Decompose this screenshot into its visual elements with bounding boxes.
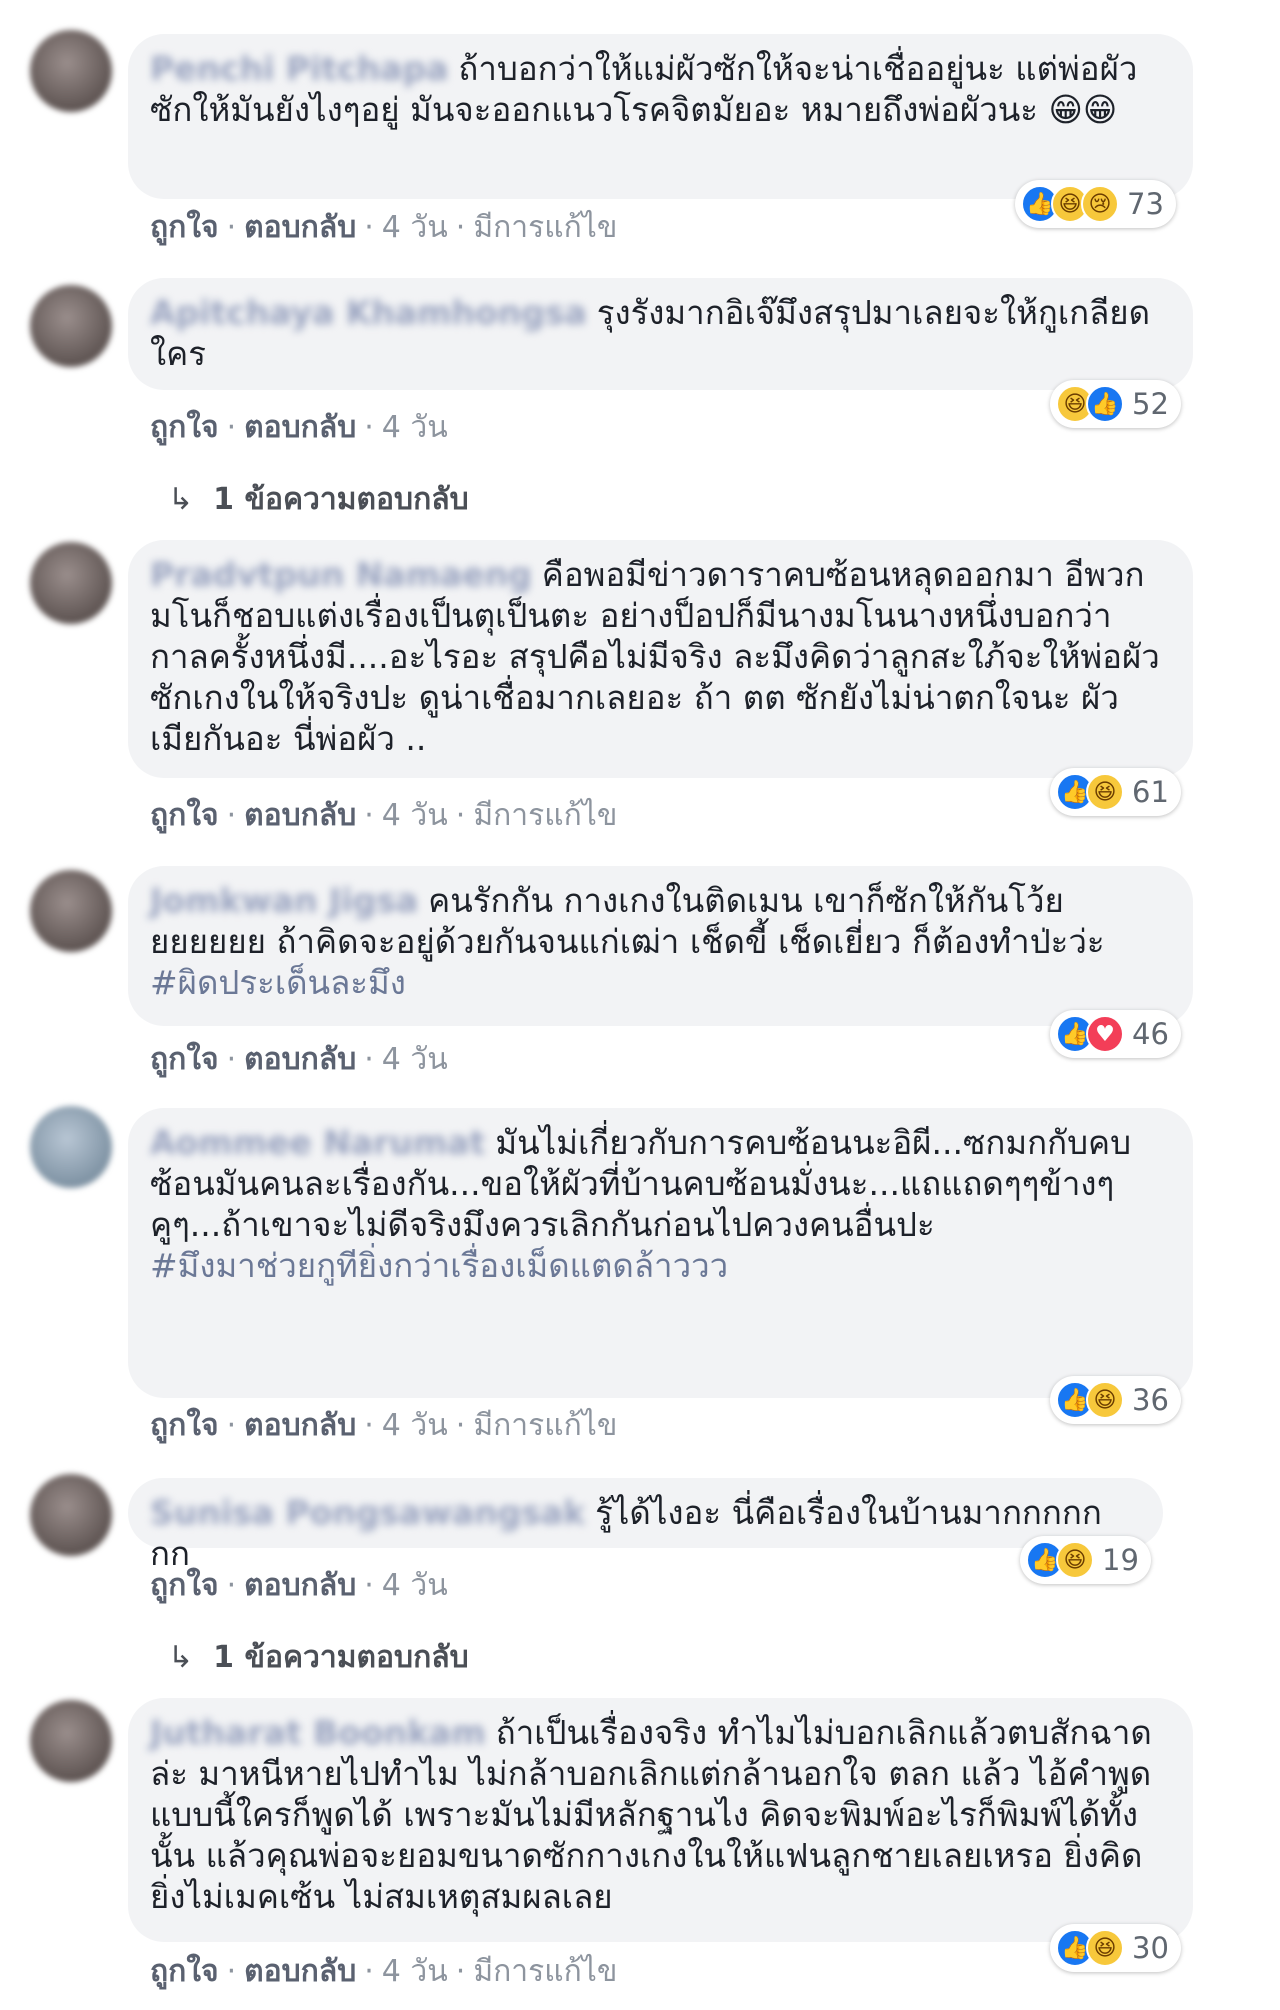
like-button[interactable]: ถูกใจ bbox=[150, 1408, 219, 1443]
reaction-summary[interactable]: 👍 😆 30 bbox=[1050, 1924, 1181, 1972]
timestamp[interactable]: 4 วัน bbox=[382, 1954, 448, 1989]
reaction-summary[interactable]: 😆 👍 52 bbox=[1050, 380, 1181, 428]
like-button[interactable]: ถูกใจ bbox=[150, 410, 219, 445]
edited-label[interactable]: มีการแก้ไข bbox=[473, 1954, 617, 1989]
replies-count-label: 1 ข้อความตอบกลับ bbox=[213, 1640, 469, 1675]
comment-actions: ถูกใจ · ตอบกลับ · 4 วัน · มีการแก้ไข bbox=[150, 1408, 618, 1443]
haha-icon: 😆 bbox=[1086, 773, 1124, 811]
commenter-name[interactable]: Jutharat Boonkam bbox=[150, 1713, 486, 1752]
comment-bubble: Jutharat Boonkam ถ้าเป็นเรื่องจริง ทำไมไม… bbox=[128, 1698, 1193, 1942]
reaction-count: 30 bbox=[1132, 1931, 1169, 1965]
comment-bubble: Penchi Pitchapa ถ้าบอกว่าให้แม่ผัวซักให้จ… bbox=[128, 34, 1193, 199]
comment-bubble: Sunisa Pongsawangsak รู้ได้ไงอะ นี่คือเรื… bbox=[128, 1478, 1163, 1573]
commenter-name[interactable]: Penchi Pitchapa bbox=[150, 49, 448, 88]
avatar[interactable] bbox=[30, 1106, 112, 1188]
comment-actions: ถูกใจ · ตอบกลับ · 4 วัน · มีการแก้ไข bbox=[150, 210, 618, 245]
timestamp[interactable]: 4 วัน bbox=[382, 798, 448, 833]
commenter-name[interactable]: Pradvtpun Namaeng bbox=[150, 555, 532, 594]
like-button[interactable]: ถูกใจ bbox=[150, 210, 219, 245]
reaction-count: 52 bbox=[1132, 387, 1169, 421]
view-replies-link[interactable]: ↳ 1 ข้อความตอบกลับ bbox=[168, 1634, 469, 1681]
commenter-name[interactable]: Apitchaya Khamhongsa bbox=[150, 293, 587, 332]
edited-label[interactable]: มีการแก้ไข bbox=[473, 1408, 617, 1443]
comment-actions: ถูกใจ · ตอบกลับ · 4 วัน · มีการแก้ไข bbox=[150, 798, 618, 833]
avatar[interactable] bbox=[30, 1700, 112, 1782]
replies-count-label: 1 ข้อความตอบกลับ bbox=[213, 482, 469, 517]
avatar[interactable] bbox=[30, 1474, 112, 1556]
reaction-summary[interactable]: 👍 ♥ 46 bbox=[1050, 1010, 1181, 1058]
like-button[interactable]: ถูกใจ bbox=[150, 1568, 219, 1603]
comment-actions: ถูกใจ · ตอบกลับ · 4 วัน · มีการแก้ไข bbox=[150, 1954, 618, 1989]
reaction-count: 46 bbox=[1132, 1017, 1169, 1051]
reply-button[interactable]: ตอบกลับ bbox=[244, 1408, 356, 1443]
comment-bubble: Apitchaya Khamhongsa รุงรังมากอิเจ๊มึงสรุ… bbox=[128, 278, 1193, 390]
reaction-summary[interactable]: 👍 😆 61 bbox=[1050, 768, 1181, 816]
haha-icon: 😆 bbox=[1086, 1381, 1124, 1419]
haha-icon: 😆 bbox=[1086, 1929, 1124, 1967]
sad-icon: 😢 bbox=[1081, 185, 1119, 223]
reply-arrow-icon: ↳ bbox=[168, 1640, 194, 1675]
commenter-name[interactable]: Sunisa Pongsawangsak bbox=[150, 1493, 585, 1532]
comment-bubble: Aommee Narumat มันไม่เกี่ยวกับการคบซ้อนนะ… bbox=[128, 1108, 1193, 1398]
reply-button[interactable]: ตอบกลับ bbox=[244, 410, 356, 445]
comment-actions: ถูกใจ · ตอบกลับ · 4 วัน bbox=[150, 410, 448, 445]
timestamp[interactable]: 4 วัน bbox=[382, 1042, 448, 1077]
commenter-name[interactable]: Jomkwan Jigsa bbox=[150, 881, 418, 920]
timestamp[interactable]: 4 วัน bbox=[382, 1408, 448, 1443]
edited-label[interactable]: มีการแก้ไข bbox=[473, 798, 617, 833]
avatar[interactable] bbox=[30, 30, 112, 112]
reaction-count: 36 bbox=[1132, 1383, 1169, 1417]
reply-button[interactable]: ตอบกลับ bbox=[244, 1042, 356, 1077]
reply-arrow-icon: ↳ bbox=[168, 482, 194, 517]
avatar[interactable] bbox=[30, 542, 112, 624]
comment-bubble: Jomkwan Jigsa คนรักกัน กางเกงในติดเมน เขา… bbox=[128, 866, 1193, 1026]
reaction-count: 73 bbox=[1127, 187, 1164, 221]
reaction-count: 19 bbox=[1102, 1543, 1139, 1577]
comment-bubble: Pradvtpun Namaeng คือพอมีข่าวดาราคบซ้อนหล… bbox=[128, 540, 1193, 778]
like-icon: 👍 bbox=[1086, 385, 1124, 423]
hashtag-link[interactable]: #ผิดประเด็นละมึง bbox=[150, 963, 406, 1002]
like-button[interactable]: ถูกใจ bbox=[150, 1042, 219, 1077]
reaction-summary[interactable]: 👍 😆 19 bbox=[1020, 1536, 1151, 1584]
hashtag-link[interactable]: #มึงมาช่วยกูทียิ่งกว่าเรื่องเม็ดแตดล้าวว… bbox=[150, 1245, 1171, 1286]
love-icon: ♥ bbox=[1086, 1015, 1124, 1053]
haha-icon: 😆 bbox=[1056, 1541, 1094, 1579]
comment-actions: ถูกใจ · ตอบกลับ · 4 วัน bbox=[150, 1042, 448, 1077]
reaction-summary[interactable]: 👍 😆 36 bbox=[1050, 1376, 1181, 1424]
like-button[interactable]: ถูกใจ bbox=[150, 1954, 219, 1989]
reply-button[interactable]: ตอบกลับ bbox=[244, 1954, 356, 1989]
commenter-name[interactable]: Aommee Narumat bbox=[150, 1123, 485, 1162]
reply-button[interactable]: ตอบกลับ bbox=[244, 1568, 356, 1603]
like-button[interactable]: ถูกใจ bbox=[150, 798, 219, 833]
timestamp[interactable]: 4 วัน bbox=[382, 210, 448, 245]
view-replies-link[interactable]: ↳ 1 ข้อความตอบกลับ bbox=[168, 476, 469, 523]
reply-button[interactable]: ตอบกลับ bbox=[244, 798, 356, 833]
reaction-count: 61 bbox=[1132, 775, 1169, 809]
reply-button[interactable]: ตอบกลับ bbox=[244, 210, 356, 245]
reaction-summary[interactable]: 👍 😆 😢 73 bbox=[1015, 180, 1176, 228]
avatar[interactable] bbox=[30, 870, 112, 952]
edited-label[interactable]: มีการแก้ไข bbox=[473, 210, 617, 245]
timestamp[interactable]: 4 วัน bbox=[382, 1568, 448, 1603]
timestamp[interactable]: 4 วัน bbox=[382, 410, 448, 445]
avatar[interactable] bbox=[30, 285, 112, 367]
comment-actions: ถูกใจ · ตอบกลับ · 4 วัน bbox=[150, 1568, 448, 1603]
